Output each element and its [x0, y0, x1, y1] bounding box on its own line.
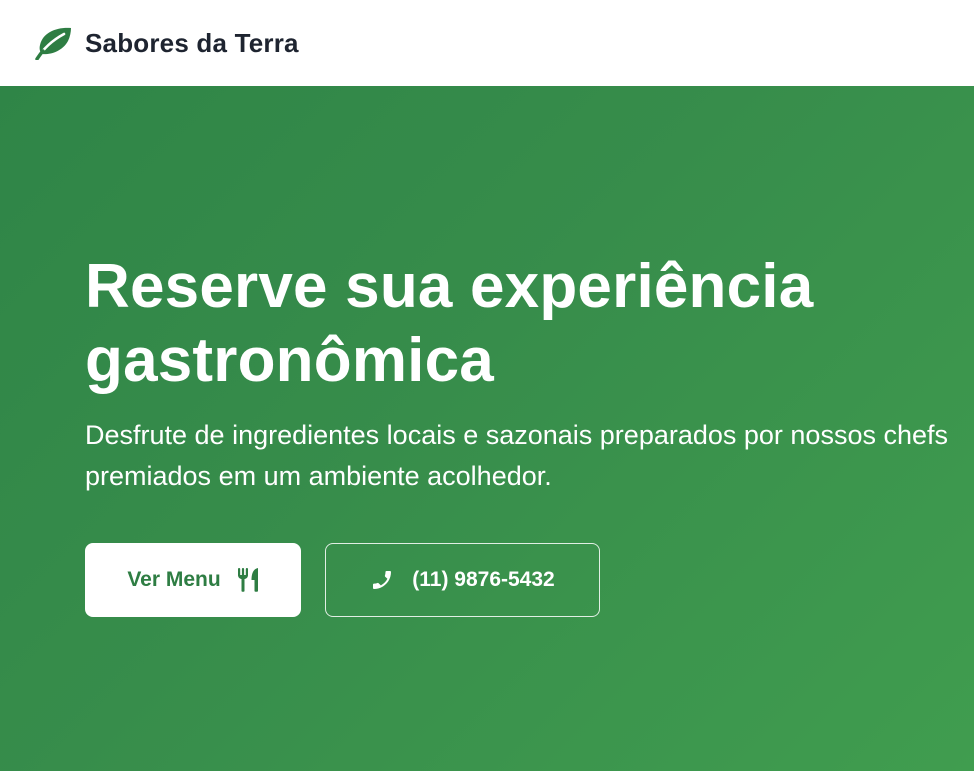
call-phone-button[interactable]: (11) 9876-5432	[325, 543, 600, 617]
brand[interactable]: Sabores da Terra	[35, 26, 299, 60]
site-header: Sabores da Terra	[0, 0, 974, 86]
hero-title: Reserve sua experiência gastronômica	[85, 252, 814, 395]
phone-number-label: (11) 9876-5432	[412, 568, 555, 591]
hero-section: Reserve sua experiência gastronômica Des…	[0, 86, 974, 771]
utensils-icon	[237, 568, 258, 592]
view-menu-label: Ver Menu	[127, 568, 221, 591]
phone-icon	[373, 571, 392, 589]
view-menu-button[interactable]: Ver Menu	[85, 543, 301, 617]
hero-subtitle: Desfrute de ingredientes locais e sazona…	[85, 420, 948, 491]
brand-name: Sabores da Terra	[85, 27, 299, 58]
leaf-icon	[35, 27, 71, 60]
